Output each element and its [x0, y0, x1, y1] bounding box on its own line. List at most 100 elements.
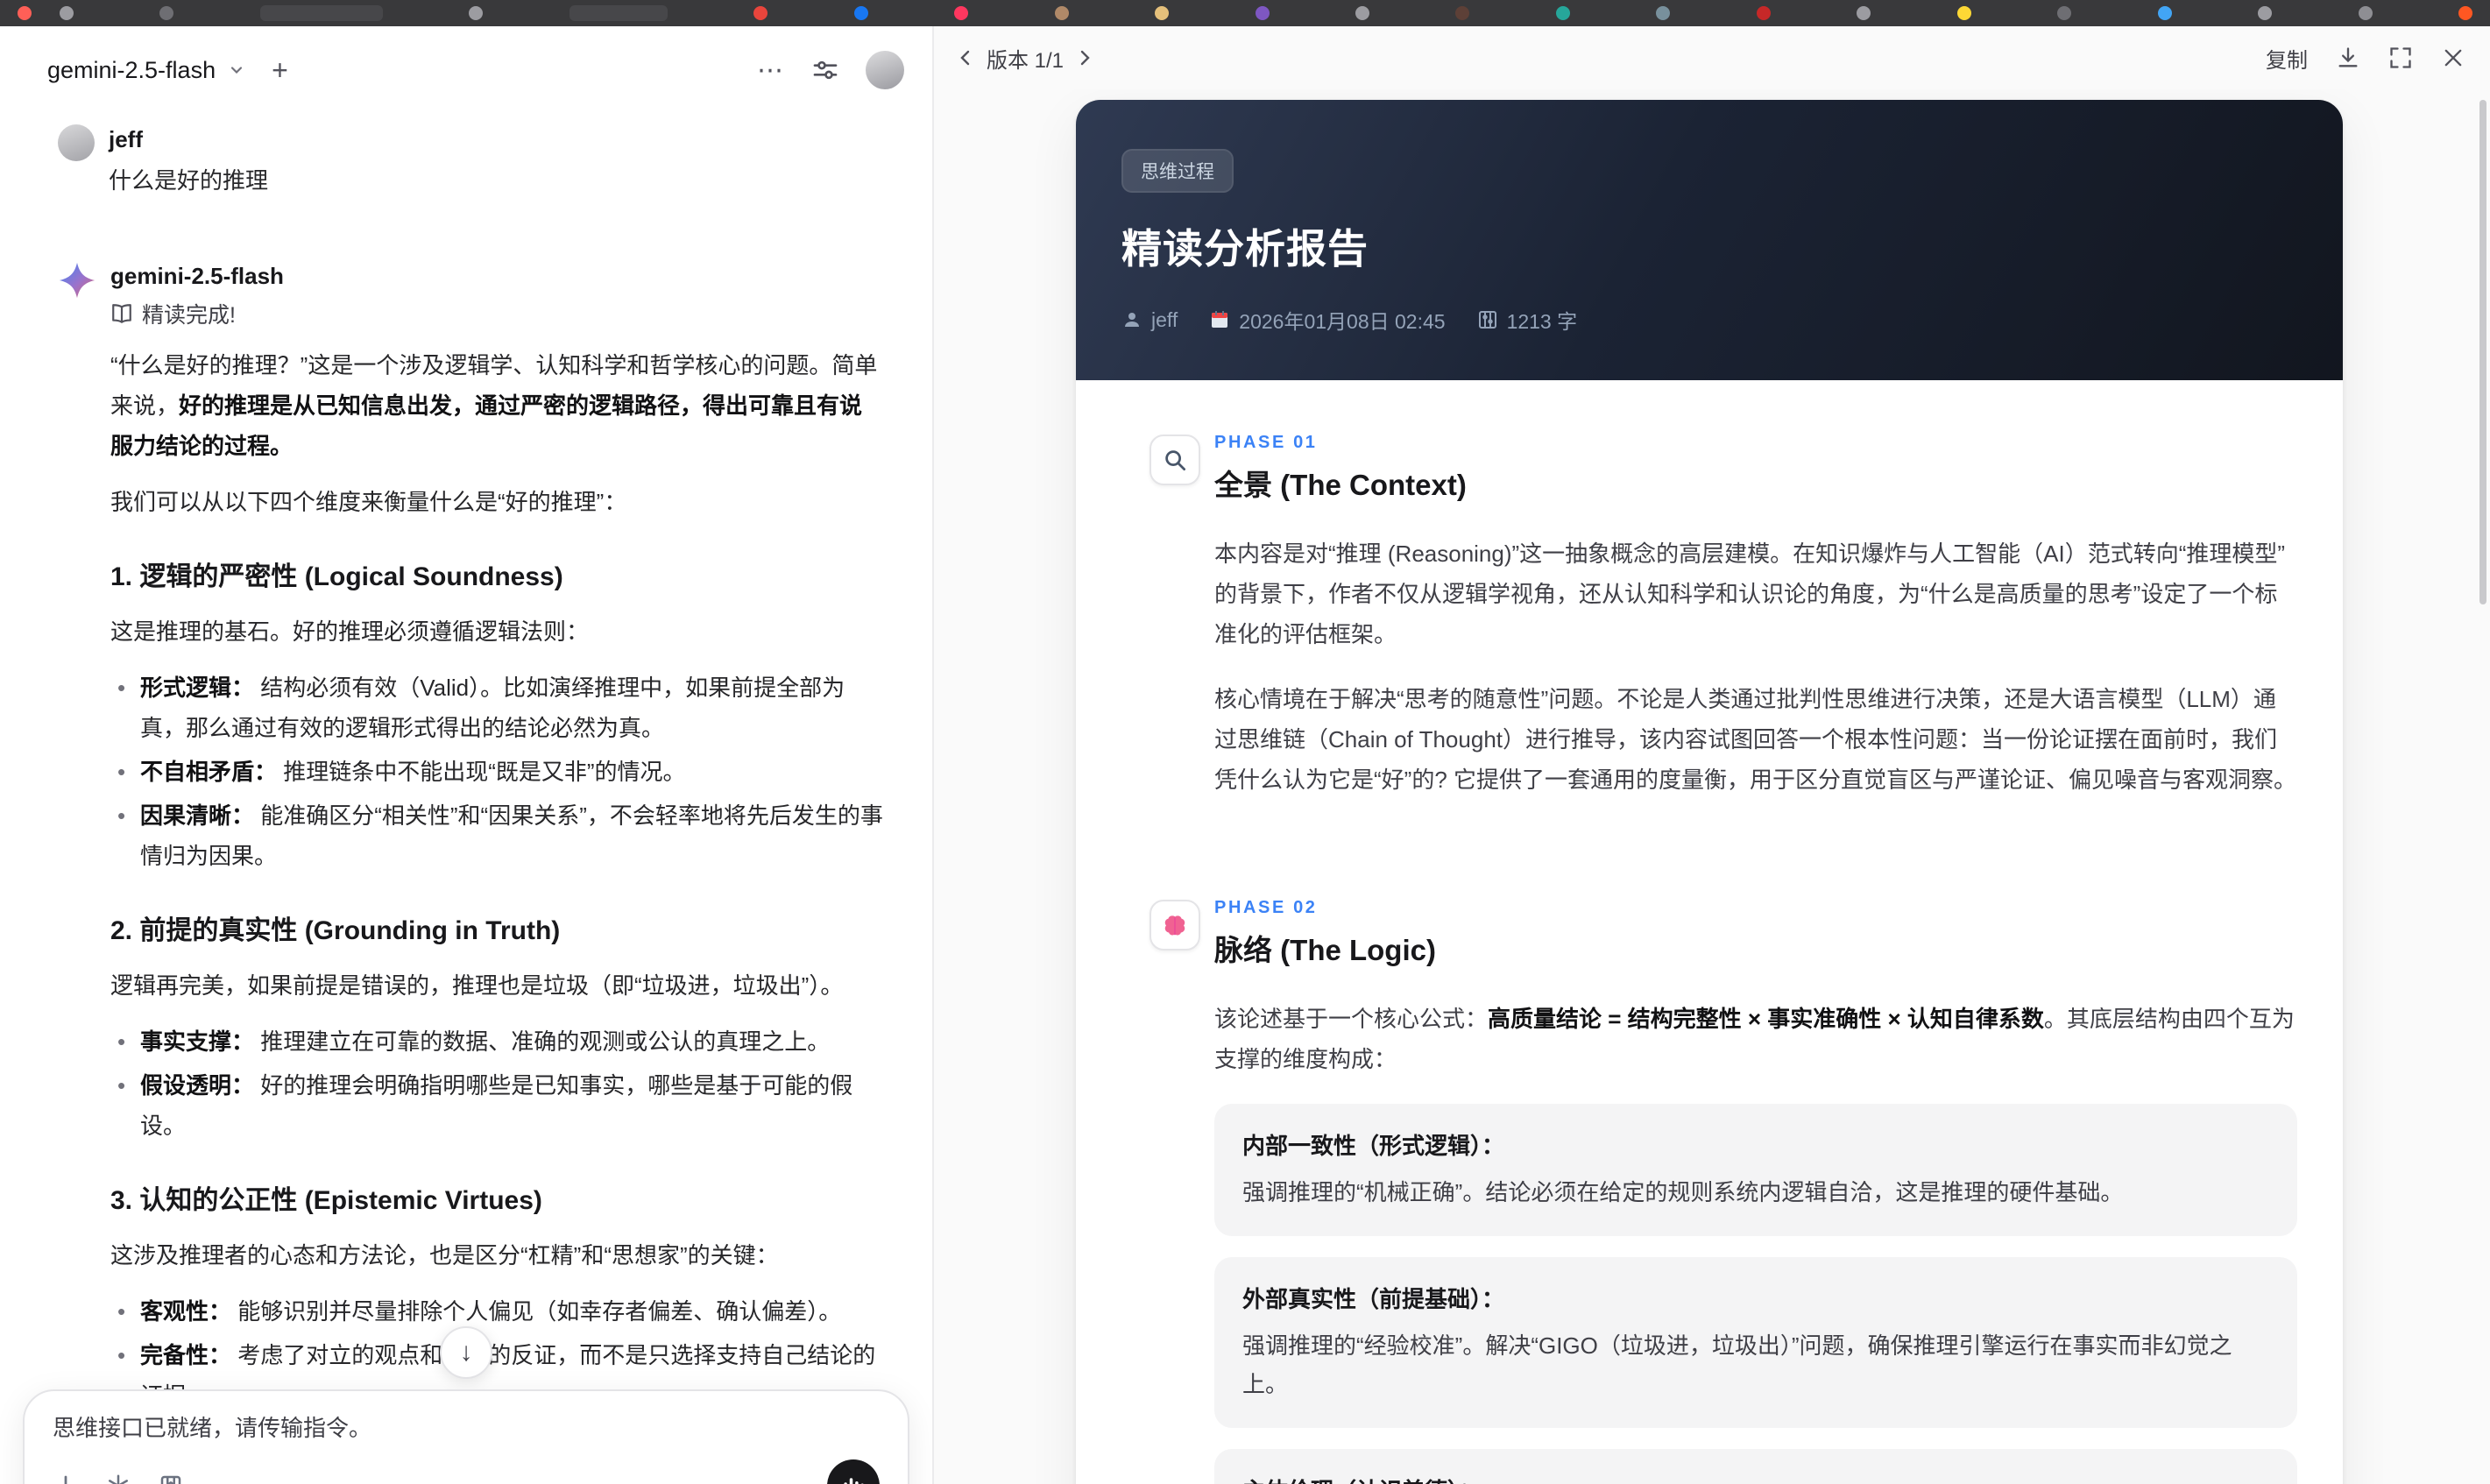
text-segment: 这涉及推理者的心态和方法论，也是区分“杠精”和“思想家”的关键： — [110, 1242, 779, 1268]
message-paragraph: 这涉及推理者的心态和方法论，也是区分“杠精”和“思想家”的关键： — [110, 1235, 883, 1276]
tab-favicon[interactable] — [159, 6, 174, 20]
chat-message-list[interactable]: jeff 什么是好的推理 gemini-2.5-flash 精读完成! “什么是… — [0, 114, 932, 1484]
artifact-toolbar: 版本 1/1 复制 — [934, 26, 2490, 89]
tab-favicon[interactable] — [2358, 6, 2373, 20]
tab-favicon[interactable] — [60, 6, 74, 20]
report-author-text: jeff — [1151, 307, 1178, 331]
abacus-icon — [1477, 309, 1498, 330]
text-segment: 完备性： — [140, 1342, 232, 1368]
bookmark-save-icon[interactable] — [158, 1473, 184, 1484]
tab-favicon[interactable] — [1656, 6, 1671, 20]
phase-label: PHASE 01 — [1214, 433, 1318, 452]
copy-button[interactable]: 复制 — [2266, 43, 2308, 74]
tab-favicon[interactable] — [2258, 6, 2273, 20]
bullet-item: 因果清晰： 能准确区分“相关性”和“因果关系”，不会轻率地将先后发生的事情归为因… — [110, 795, 883, 876]
bullet-item: 不自相矛盾： 推理链条中不能出现“既是又非”的情况。 — [110, 752, 883, 792]
tab-favicon[interactable] — [1455, 6, 1470, 20]
text-segment: 形式逻辑： — [140, 675, 255, 701]
tab-favicon[interactable] — [1555, 6, 1570, 20]
report-word-count: 1213 字 — [1477, 305, 1577, 335]
browser-tab[interactable] — [569, 5, 668, 21]
chat-panel: gemini-2.5-flash + ⋯ jeff 什么是好的推理 gemini… — [0, 26, 934, 1484]
tab-favicon[interactable] — [2057, 6, 2072, 20]
tab-favicon[interactable] — [2458, 6, 2472, 20]
tab-favicon[interactable] — [954, 6, 969, 20]
tab-favicon[interactable] — [1756, 6, 1771, 20]
text-segment: 不自相矛盾： — [140, 759, 278, 785]
dimension-body: 强调推理的“机械正确”。结论必须在给定的规则系统内逻辑自洽，这是推理的硬件基础。 — [1242, 1179, 2124, 1205]
text-segment: 事实支撑： — [140, 1028, 255, 1055]
new-chat-button[interactable]: + — [272, 56, 288, 84]
message-paragraph: 我们可以从以下四个维度来衡量什么是“好的推理”： — [110, 482, 883, 522]
phase-title: 全景 (The Context) — [1214, 469, 1467, 501]
report-card: 思维过程 精读分析报告 jeff 2026年01月08日 02:45 1213 … — [1076, 100, 2343, 1484]
calendar-icon — [1209, 309, 1230, 330]
fullscreen-button[interactable] — [2388, 46, 2413, 70]
text-segment: 好的推理是从已知信息出发，通过严密的逻辑路径，得出可靠且有说服力结论的过程。 — [110, 392, 863, 459]
attach-plus-button[interactable] — [53, 1473, 79, 1484]
user-message: jeff 什么是好的推理 — [58, 123, 883, 200]
gemini-logo-icon — [58, 261, 96, 300]
more-options-button[interactable]: ⋯ — [757, 55, 785, 86]
reading-status: 精读完成! — [110, 298, 883, 329]
artifact-content[interactable]: 思维过程 精读分析报告 jeff 2026年01月08日 02:45 1213 … — [934, 89, 2490, 1484]
close-button[interactable] — [2441, 46, 2465, 70]
phase-section: PHASE 01 全景 (The Context) 本内容是对“推理 (Reason… — [1150, 433, 2297, 824]
message-author: jeff — [109, 126, 143, 152]
report-badge: 思维过程 — [1121, 149, 1234, 193]
conversation-title[interactable]: gemini-2.5-flash — [47, 57, 216, 84]
previous-version-button[interactable] — [955, 47, 976, 68]
tab-favicon[interactable] — [469, 6, 484, 20]
dimension-title: 主体伦理（认识美德）： — [1242, 1473, 2269, 1484]
text-segment: 核心情境在于解决“思考的随意性”问题。不论是人类通过批判性思维进行决策，还是大语… — [1214, 686, 2297, 793]
text-segment: 能够识别并尽量排除个人偏见（如幸存者偏差、确认偏差）。 — [231, 1298, 842, 1325]
tab-favicon[interactable] — [1857, 6, 1871, 20]
tab-favicon[interactable] — [853, 6, 868, 20]
next-version-button[interactable] — [1074, 47, 1095, 68]
logic-dimension-card: 外部真实性（前提基础）： 强调推理的“经验校准”。解决“GIGO（垃圾进，垃圾出）… — [1214, 1257, 2297, 1428]
app-window: gemini-2.5-flash + ⋯ jeff 什么是好的推理 gemini… — [0, 26, 2490, 1484]
logic-dimension-card: 主体伦理（认识美德）：转向推理者的心理特征。引入奥卡姆剃刀和反向论证，旨在克服人… — [1214, 1449, 2297, 1484]
message-heading: 2. 前提的真实性 (Grounding in Truth) — [110, 916, 561, 945]
chevron-down-icon[interactable] — [228, 61, 245, 79]
arrow-down-icon: ↓ — [459, 1338, 473, 1367]
window-close-button[interactable] — [18, 6, 32, 20]
voice-input-button[interactable] — [827, 1459, 880, 1484]
brain-icon — [1150, 900, 1200, 950]
phase-content: PHASE 01 全景 (The Context) 本内容是对“推理 (Reason… — [1214, 433, 2297, 824]
tab-favicon[interactable] — [753, 6, 768, 20]
phase-paragraph: 本内容是对“推理 (Reasoning)”这一抽象概念的高层建模。在知识爆炸与人… — [1214, 534, 2297, 654]
tools-sparkle-icon[interactable] — [105, 1473, 131, 1484]
browser-tab[interactable] — [259, 5, 383, 21]
tab-favicon[interactable] — [2157, 6, 2172, 20]
tab-favicon[interactable] — [1155, 6, 1170, 20]
tab-favicon[interactable] — [1255, 6, 1270, 20]
bullet-item: 客观性： 能够识别并尽量排除个人偏见（如幸存者偏差、确认偏差）。 — [110, 1291, 883, 1332]
text-segment: 客观性： — [140, 1298, 232, 1325]
scroll-to-bottom-button[interactable]: ↓ — [440, 1326, 492, 1379]
dimension-title: 内部一致性（形式逻辑）： — [1242, 1133, 1505, 1159]
magnifier-icon — [1150, 435, 1200, 485]
bullet-item: 事实支撑： 推理建立在可靠的数据、准确的观测或公认的真理之上。 — [110, 1021, 883, 1062]
scrollbar-thumb[interactable] — [2479, 100, 2486, 604]
chat-input[interactable]: 思维接口已就绪，请传输指令。 — [53, 1412, 880, 1444]
tab-favicon[interactable] — [1054, 6, 1069, 20]
assistant-message-body: “什么是好的推理？”这是一个涉及逻辑学、认知科学和哲学核心的问题。简单来说，好的… — [110, 345, 883, 1484]
book-icon — [110, 302, 133, 325]
message-paragraph: 这是推理的基石。好的推理必须遵循逻辑法则： — [110, 611, 883, 652]
settings-sliders-icon[interactable] — [811, 56, 839, 84]
text-segment: 高质量结论 = 结构完整性 × 事实准确性 × 认知自律系数 — [1488, 1006, 2044, 1032]
message-paragraph: “什么是好的推理？”这是一个涉及逻辑学、认知科学和哲学核心的问题。简单来说，好的… — [110, 345, 883, 466]
message-paragraph: 逻辑再完美，如果前提是错误的，推理也是垃圾（即“垃圾进，垃圾出”）。 — [110, 965, 883, 1006]
account-avatar[interactable] — [866, 51, 904, 89]
report-date-text: 2026年01月08日 02:45 — [1239, 310, 1446, 333]
bullet-item: 形式逻辑： 结构必须有效（Valid）。比如演绎推理中，如果前提全部为真，那么通… — [110, 668, 883, 748]
text-segment: 该论述基于一个核心公式： — [1214, 1006, 1489, 1032]
version-label: 版本 1/1 — [987, 48, 1065, 73]
tab-favicon[interactable] — [1355, 6, 1369, 20]
phase-paragraph: 该论述基于一个核心公式：高质量结论 = 结构完整性 × 事实准确性 × 认知自律… — [1214, 999, 2297, 1079]
tab-favicon[interactable] — [1956, 6, 1971, 20]
download-button[interactable] — [2336, 46, 2360, 70]
text-segment: 这是推理的基石。好的推理必须遵循逻辑法则： — [110, 618, 590, 645]
phase-label: PHASE 02 — [1214, 898, 1318, 917]
